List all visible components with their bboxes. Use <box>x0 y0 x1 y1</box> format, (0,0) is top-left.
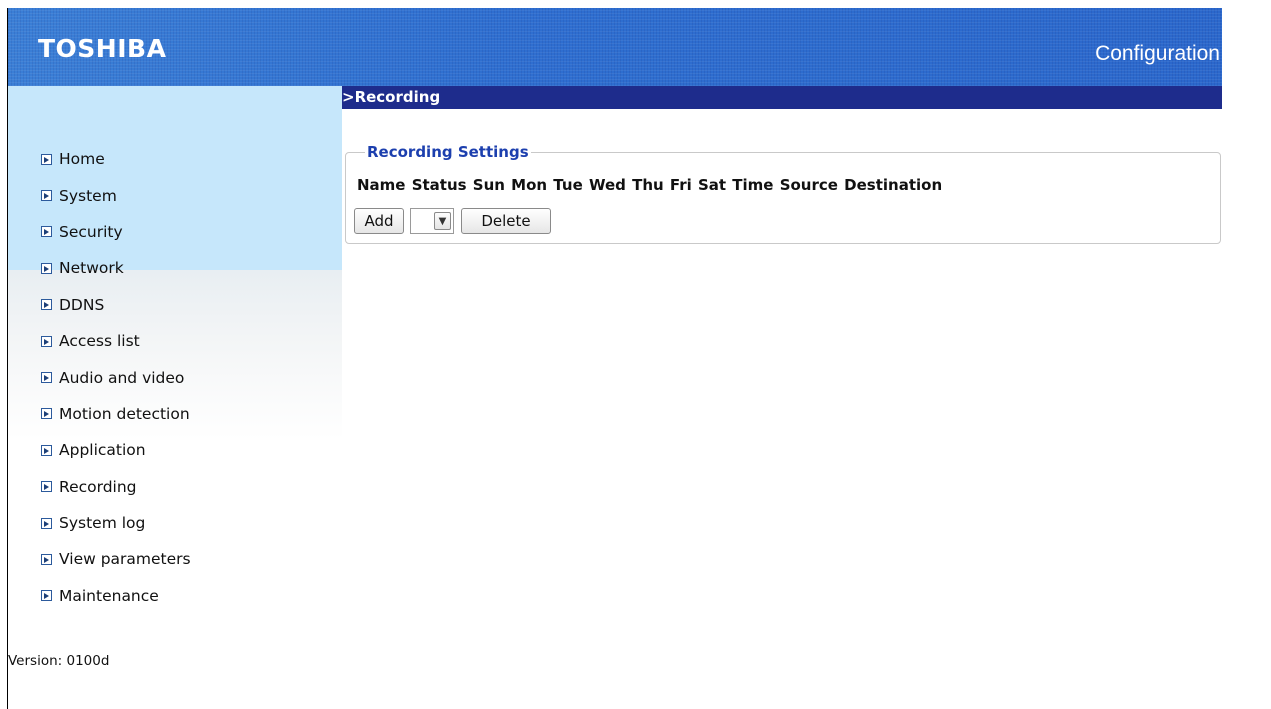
sidebar-item-label: Maintenance <box>59 586 159 605</box>
sidebar-item-view-parameters[interactable]: View parameters <box>41 541 191 577</box>
add-button[interactable]: Add <box>354 208 404 234</box>
arrow-bullet-icon <box>41 190 52 202</box>
sidebar-item-label: Application <box>59 441 146 460</box>
recording-select[interactable]: ▼ <box>410 208 454 234</box>
arrow-bullet-icon <box>41 553 52 565</box>
sidebar-item-label: System log <box>59 514 146 533</box>
frame-top <box>0 0 1271 8</box>
arrow-bullet-icon <box>41 444 52 456</box>
arrow-bullet-icon <box>41 299 52 311</box>
sidebar-item-access-list[interactable]: Access list <box>41 323 191 359</box>
arrow-bullet-icon <box>41 481 52 493</box>
sidebar-item-audio-and-video[interactable]: Audio and video <box>41 359 191 395</box>
sidebar-item-ddns[interactable]: DDNS <box>41 287 191 323</box>
sidebar-item-label: Motion detection <box>59 404 190 423</box>
arrow-bullet-icon <box>41 590 52 602</box>
arrow-bullet-icon <box>41 517 52 529</box>
sidebar-item-system[interactable]: System <box>41 177 191 213</box>
page-title: Configuration <box>1095 42 1220 65</box>
sidebar-item-label: Network <box>59 259 124 278</box>
sidebar-item-recording[interactable]: Recording <box>41 469 191 505</box>
sidebar-item-label: DDNS <box>59 295 105 314</box>
brand-logo: TOSHIBA <box>38 34 167 63</box>
sidebar-item-label: System <box>59 186 117 205</box>
arrow-bullet-icon <box>41 335 52 347</box>
recording-settings-legend: Recording Settings <box>365 143 531 161</box>
sidebar-item-home[interactable]: Home <box>41 141 191 177</box>
sidebar-item-motion-detection[interactable]: Motion detection <box>41 396 191 432</box>
chevron-down-icon[interactable]: ▼ <box>434 212 451 230</box>
sidebar-nav: Home System Security Network DDNS Access… <box>41 141 191 614</box>
recording-table-headers: Name Status Sun Mon Tue Wed Thu Fri Sat … <box>357 176 943 194</box>
arrow-bullet-icon <box>41 153 52 165</box>
sidebar-item-label: Recording <box>59 477 137 496</box>
sidebar-item-label: Audio and video <box>59 368 185 387</box>
sidebar-item-label: Access list <box>59 332 140 351</box>
arrow-bullet-icon <box>41 226 52 238</box>
sidebar-item-system-log[interactable]: System log <box>41 505 191 541</box>
sidebar-item-network[interactable]: Network <box>41 250 191 286</box>
arrow-bullet-icon <box>41 262 52 274</box>
breadcrumb: >Recording <box>342 86 1222 109</box>
arrow-bullet-icon <box>41 408 52 420</box>
sidebar-item-label: Home <box>59 150 105 169</box>
delete-button[interactable]: Delete <box>461 208 551 234</box>
sidebar-item-application[interactable]: Application <box>41 432 191 468</box>
frame-left <box>0 8 8 709</box>
sidebar-item-label: View parameters <box>59 550 191 569</box>
sidebar-item-maintenance[interactable]: Maintenance <box>41 578 191 614</box>
version-text: Version: 0100d <box>8 653 110 669</box>
header-banner: TOSHIBA Configuration <box>8 8 1222 86</box>
sidebar-item-label: Security <box>59 222 123 241</box>
arrow-bullet-icon <box>41 372 52 384</box>
sidebar-item-security[interactable]: Security <box>41 214 191 250</box>
